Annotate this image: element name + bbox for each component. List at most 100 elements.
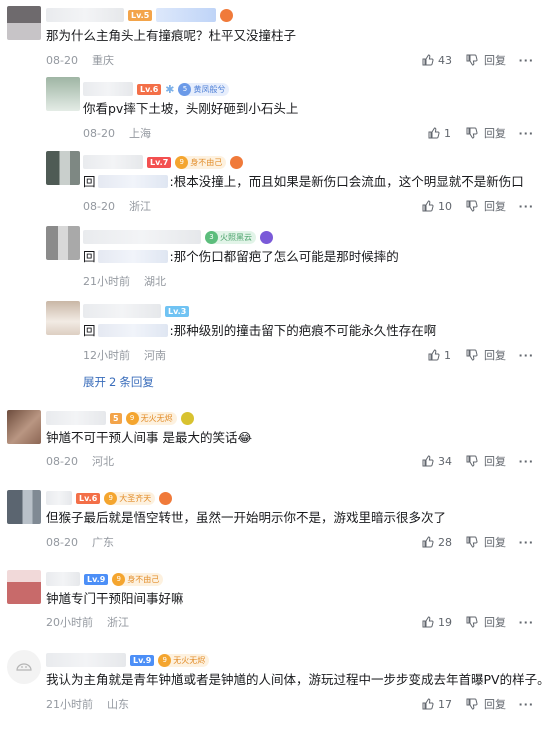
like-button[interactable]: 28 [422,536,466,549]
comment-location: 河南 [144,349,166,362]
default-avatar-icon [16,663,32,671]
reply-button[interactable]: 回复 [484,534,514,550]
thumbs-up-icon [422,54,434,66]
comment-actions: 43 回复 ··· [422,52,534,68]
comment-text: 你看pv摔下土坡，头刚好砸到小石头上 [83,101,299,116]
dislike-button[interactable] [466,616,484,628]
more-icon[interactable]: ··· [514,536,534,549]
comment-text: 但猴子最后就是悟空转世，虽然一开始明示你不是，游戏里暗示很多次了 [46,510,447,525]
dislike-button[interactable] [466,349,484,361]
avatar[interactable] [7,650,41,684]
avatar[interactable] [7,570,41,604]
more-icon[interactable]: ··· [514,455,534,468]
bubble-icon: ✱ [165,82,175,96]
user-info: Lv.7 9 身不由己 [83,153,244,171]
sun-icon [180,411,194,425]
replied-username[interactable] [97,175,168,188]
like-count: 1 [444,348,451,362]
user-info: Lv.9 9 身不由己 [46,570,164,588]
level-badge: Lv.9 [84,573,109,585]
more-icon[interactable]: ··· [514,616,534,629]
level-badge: 5 [110,412,122,424]
thumbs-down-icon [466,54,478,66]
more-icon[interactable]: ··· [514,54,534,67]
like-button[interactable]: 1 [428,349,466,362]
username[interactable] [46,491,72,505]
comment-meta: 08-20 重庆 [46,52,114,68]
like-button[interactable]: 34 [422,455,466,468]
comment-date: 20小时前 [46,616,93,629]
username[interactable] [46,411,106,425]
comment-date: 08-20 [46,53,78,67]
dislike-button[interactable] [466,455,484,467]
like-button[interactable]: 17 [422,698,466,711]
reply-button[interactable]: 回复 [484,125,514,141]
thumbs-up-icon [422,455,434,467]
comment-date: 21小时前 [46,698,93,711]
comment-location: 湖北 [144,275,166,288]
username[interactable] [46,572,80,586]
dislike-button[interactable] [466,536,484,548]
comment-date: 21小时前 [83,275,130,288]
reply-button[interactable]: 回复 [484,453,514,469]
username[interactable] [83,304,161,318]
user-info: Lv.5 [46,6,234,24]
comment-meta: 20小时前 浙江 [46,614,129,630]
more-icon[interactable]: ··· [514,349,534,362]
username[interactable] [46,653,126,667]
flame-icon [159,491,173,505]
comment-actions: 28 回复 ··· [422,534,534,550]
comment-text: 钟馗不可干预人间事 是最大的笑话😂 [46,430,253,445]
comment-text: 回:那个伤口都留疤了怎么可能是那时候摔的 [83,249,399,264]
dislike-button[interactable] [466,200,484,212]
comment-date: 08-20 [83,199,115,213]
avatar[interactable] [46,151,80,185]
more-icon[interactable]: ··· [514,698,534,711]
like-button[interactable]: 43 [422,54,466,67]
reply-button[interactable]: 回复 [484,614,514,630]
username[interactable] [83,82,133,96]
reply-button[interactable]: 回复 [484,52,514,68]
fan-medal: 9 大圣齐天 [104,491,156,505]
comment-text: 回:根本没撞上，而且如果是新伤口会流血，这个明显就不是新伤口 [83,174,524,189]
avatar[interactable] [46,301,80,335]
fan-medal: 9 身不由己 [112,572,164,586]
reply-button[interactable]: 回复 [484,347,514,363]
like-button[interactable]: 1 [428,127,466,140]
thumbs-up-icon [428,349,440,361]
comment-date: 08-20 [83,126,115,140]
dislike-button[interactable] [466,54,484,66]
like-button[interactable]: 10 [422,200,466,213]
reply-button[interactable]: 回复 [484,696,514,712]
dislike-button[interactable] [466,127,484,139]
more-icon[interactable]: ··· [514,127,534,140]
level-badge: Lv.5 [128,9,153,21]
avatar[interactable] [7,490,41,524]
level-badge: Lv.9 [130,654,155,666]
username[interactable] [46,8,124,22]
like-button[interactable]: 19 [422,616,466,629]
avatar[interactable] [7,410,41,444]
like-count: 1 [444,126,451,140]
dislike-button[interactable] [466,698,484,710]
comment-location: 广东 [91,536,114,549]
fan-badge [156,8,217,22]
user-info: 3 火照黑云 [83,228,273,246]
replied-username[interactable] [97,250,168,263]
level-badge: Lv.6 [76,492,101,504]
avatar[interactable] [7,6,41,40]
replied-username[interactable] [97,324,168,337]
reply-button[interactable]: 回复 [484,198,514,214]
username[interactable] [83,230,201,244]
username[interactable] [83,155,143,169]
expand-replies-link[interactable]: 展开 2 条回复 [83,374,154,390]
thumbs-up-icon [422,536,434,548]
avatar[interactable] [46,226,80,260]
badge-icon [260,230,273,244]
more-icon[interactable]: ··· [514,200,534,213]
comment-actions: 1 回复 ··· [428,125,534,141]
thumbs-down-icon [466,349,478,361]
avatar[interactable] [46,77,80,111]
comment-location: 上海 [128,127,151,140]
level-badge: Lv.6 [137,83,162,95]
